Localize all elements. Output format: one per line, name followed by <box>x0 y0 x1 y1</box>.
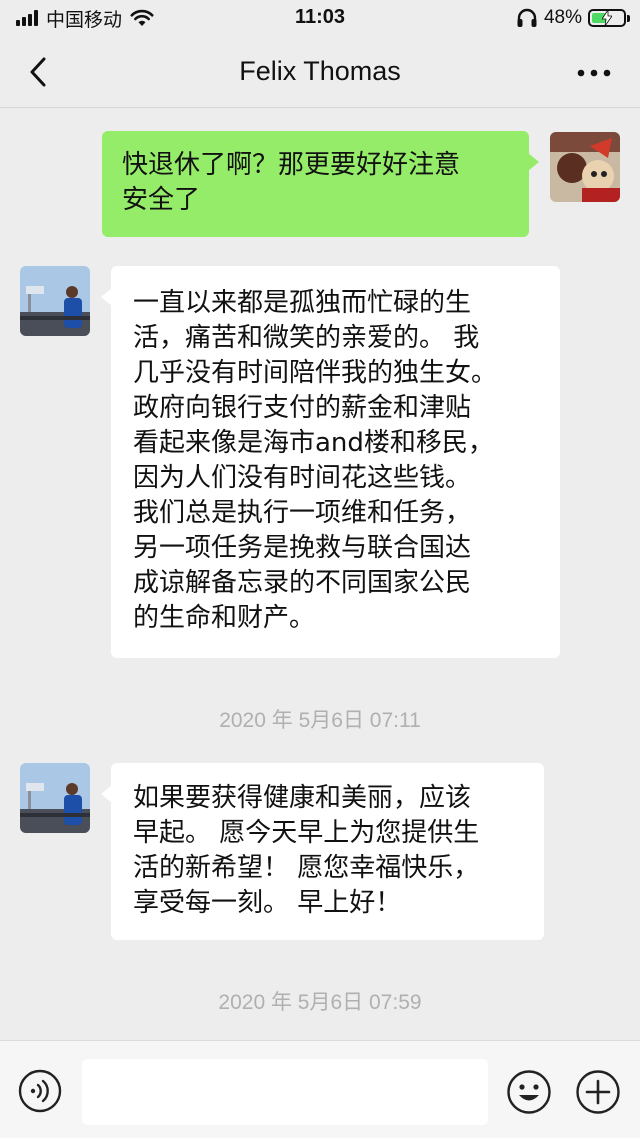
message-line: 几乎没有时间陪伴我的独生女。 <box>133 358 498 388</box>
battery-charging-icon <box>588 9 630 27</box>
more-button[interactable] <box>574 58 614 88</box>
message-line: 一直以来都是孤独而忙碌的生 <box>133 288 472 318</box>
outgoing-message-bubble[interactable]: 快退休了啊？那更要好好注意 安全了 <box>102 131 539 237</box>
message-line: 活的新希望！ 愿您幸福快乐， <box>133 853 480 883</box>
message-line: 活，痛苦和微笑的亲爱的。 我 <box>133 323 480 353</box>
message-line: 我们总是执行一项维和任务， <box>133 498 472 528</box>
more-dots-icon <box>577 69 611 77</box>
timestamp: 2020 年 5月6日 07:59 <box>218 991 422 1014</box>
message-line: 如果要获得健康和美丽，应该 <box>133 783 472 813</box>
status-bar: 中国移动 11:03 48% <box>0 0 640 36</box>
message-line: 早起。 愿今天早上为您提供生 <box>133 818 480 848</box>
message-line: 政府向银行支付的薪金和津贴 <box>133 393 472 423</box>
headphones-icon <box>517 8 537 27</box>
message-line: 安全了 <box>122 185 201 215</box>
my-avatar[interactable] <box>550 132 620 202</box>
contact-avatar[interactable] <box>20 266 90 336</box>
contact-name: Felix Thomas <box>239 56 401 86</box>
input-bar <box>0 1040 640 1138</box>
emoji-icon <box>507 1070 551 1114</box>
message-line: 享受每一刻。 早上好！ <box>133 888 402 918</box>
contact-avatar[interactable] <box>20 763 90 833</box>
chat-header: Felix Thomas <box>0 36 640 108</box>
message-line: 的生命和财产。 <box>133 603 316 633</box>
status-right: 48% <box>516 7 630 29</box>
message-line: 另一项任务是挽救与联合国达 <box>133 533 472 563</box>
timestamp: 2020 年 5月6日 07:11 <box>219 709 421 732</box>
battery-percent: 48% <box>543 7 582 28</box>
more-functions-button[interactable] <box>575 1069 621 1115</box>
emoji-button[interactable] <box>506 1069 552 1115</box>
message-line: 看起来像是海市and楼和移民， <box>133 428 494 458</box>
plus-icon <box>576 1070 620 1114</box>
incoming-message-bubble[interactable]: 一直以来都是孤独而忙碌的生 活，痛苦和微笑的亲爱的。 我 几乎没有时间陪伴我的独… <box>101 266 560 658</box>
voice-icon <box>18 1069 62 1113</box>
message-line: 成谅解备忘录的不同国家公民 <box>133 568 472 598</box>
voice-button[interactable] <box>18 1069 62 1113</box>
message-line: 因为人们没有时间花这些钱。 <box>133 463 472 493</box>
message-input[interactable] <box>82 1059 488 1125</box>
message-line: 快退休了啊？那更要好好注意 <box>122 150 461 180</box>
incoming-message-bubble[interactable]: 如果要获得健康和美丽，应该 早起。 愿今天早上为您提供生 活的新希望！ 愿您幸福… <box>101 763 544 940</box>
